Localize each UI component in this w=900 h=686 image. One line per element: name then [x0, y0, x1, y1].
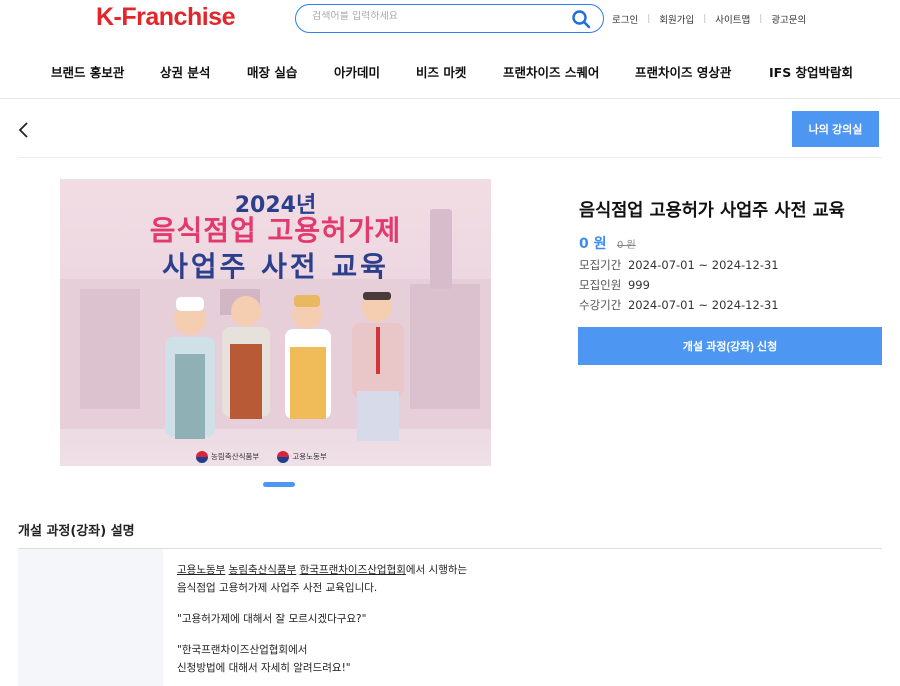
capacity-label: 모집인원 — [579, 278, 622, 292]
divider: | — [703, 14, 707, 24]
intro-suffix: 에서 시행하는 — [405, 564, 468, 576]
course-title: 음식점업 고용허가 사업주 사전 교육 — [579, 201, 845, 221]
description-side-panel — [18, 549, 163, 686]
intro-line2: 음식점업 고용허가제 사업주 사전 교육입니다. — [177, 582, 378, 594]
utility-links: 로그인 | 회원가입 | 사이트맵 | 광고문의 — [612, 12, 806, 26]
nav-item-brand[interactable]: 브랜드 홍보관 — [51, 62, 124, 81]
description-quote1: "고용허가제에 대해서 잘 모르시겠다구요?" — [177, 613, 367, 625]
apply-course-button[interactable]: 개설 과정(강좌) 신청 — [578, 327, 882, 365]
study-period-row: 수강기간 2024-07-01 ~ 2024-12-31 — [579, 297, 779, 313]
nav-item-area-analysis[interactable]: 상권 분석 — [160, 62, 210, 81]
search-box[interactable] — [295, 4, 604, 33]
nav-item-ifs-expo[interactable]: IFS 창업박람회 — [769, 62, 853, 81]
capacity-value: 999 — [627, 278, 650, 292]
search-input[interactable] — [312, 11, 562, 22]
nav-item-biz-market[interactable]: 비즈 마켓 — [416, 62, 466, 81]
taegeuk-icon — [196, 451, 208, 463]
recruit-period-row: 모집기간 2024-07-01 ~ 2024-12-31 — [579, 257, 779, 273]
study-period-label: 수강기간 — [579, 298, 622, 312]
original-price: 0 원 — [617, 240, 636, 251]
org-logo-mafra: 농림축산식품부 — [196, 451, 259, 463]
taegeuk-icon — [277, 451, 290, 463]
recruit-period-value: 2024-07-01 ~ 2024-12-31 — [627, 258, 779, 272]
capacity-row: 모집인원 999 — [579, 277, 650, 293]
description-heading: 개설 과정(강좌) 설명 — [18, 524, 135, 539]
back-arrow-icon[interactable] — [16, 120, 32, 140]
org-link-moel[interactable]: 고용노동부 — [177, 564, 225, 576]
nav-item-franchise-video[interactable]: 프랜차이즈 영상관 — [635, 62, 731, 81]
study-period-value: 2024-07-01 ~ 2024-12-31 — [627, 298, 779, 312]
banner-org-logos: 농림축산식품부 고용노동부 — [196, 451, 327, 463]
divider: | — [647, 14, 651, 24]
my-course-button[interactable]: 나의 강의실 — [792, 111, 879, 147]
divider: | — [759, 14, 763, 24]
toolbar-divider — [18, 157, 882, 158]
banner-title-line1: 음식점업 고용허가제 — [149, 214, 402, 247]
main-nav: 브랜드 홍보관 상권 분석 매장 실습 아카데미 비즈 마켓 프랜차이즈 스퀘어… — [0, 62, 900, 82]
org-link-mafra[interactable]: 농림축산식품부 — [229, 564, 297, 576]
search-icon[interactable] — [571, 9, 591, 29]
description-body: 고용노동부 농림축산식품부 한국프랜차이즈산업협회에서 시행하는 음식점업 고용… — [177, 561, 467, 686]
site-logo[interactable]: K-Franchise — [96, 3, 235, 32]
description-quote2: "한국프랜차이즈산업협회에서 신청방법에 대해서 자세히 알려드려요!" — [177, 641, 467, 677]
description-intro: 고용노동부 농림축산식품부 한국프랜차이즈산업협회에서 시행하는 음식점업 고용… — [177, 561, 467, 597]
carousel-indicator[interactable] — [263, 482, 295, 487]
banner-title-line2: 사업주 사전 교육 — [162, 250, 389, 283]
login-link[interactable]: 로그인 — [612, 12, 638, 26]
ad-inquiry-link[interactable]: 광고문의 — [771, 12, 806, 26]
nav-item-academy[interactable]: 아카데미 — [334, 62, 380, 81]
quote2-line2: 신청방법에 대해서 자세히 알려드려요!" — [177, 662, 351, 674]
nav-item-franchise-square[interactable]: 프랜차이즈 스퀘어 — [503, 62, 599, 81]
recruit-period-label: 모집기간 — [579, 258, 622, 272]
sitemap-link[interactable]: 사이트맵 — [715, 12, 750, 26]
course-banner-image: 2024년 음식점업 고용허가제 사업주 사전 교육 농림축산식품부 고용노동부 — [60, 179, 491, 466]
signup-link[interactable]: 회원가입 — [659, 12, 694, 26]
course-price: 0 원 — [579, 236, 607, 252]
quote2-line1: "한국프랜차이즈산업협회에서 — [177, 644, 308, 656]
header-divider — [0, 98, 900, 99]
org-logo-moel: 고용노동부 — [277, 451, 327, 463]
org-link-kfa[interactable]: 한국프랜차이즈산업협회 — [300, 564, 406, 576]
nav-item-store-practice[interactable]: 매장 실습 — [247, 62, 297, 81]
